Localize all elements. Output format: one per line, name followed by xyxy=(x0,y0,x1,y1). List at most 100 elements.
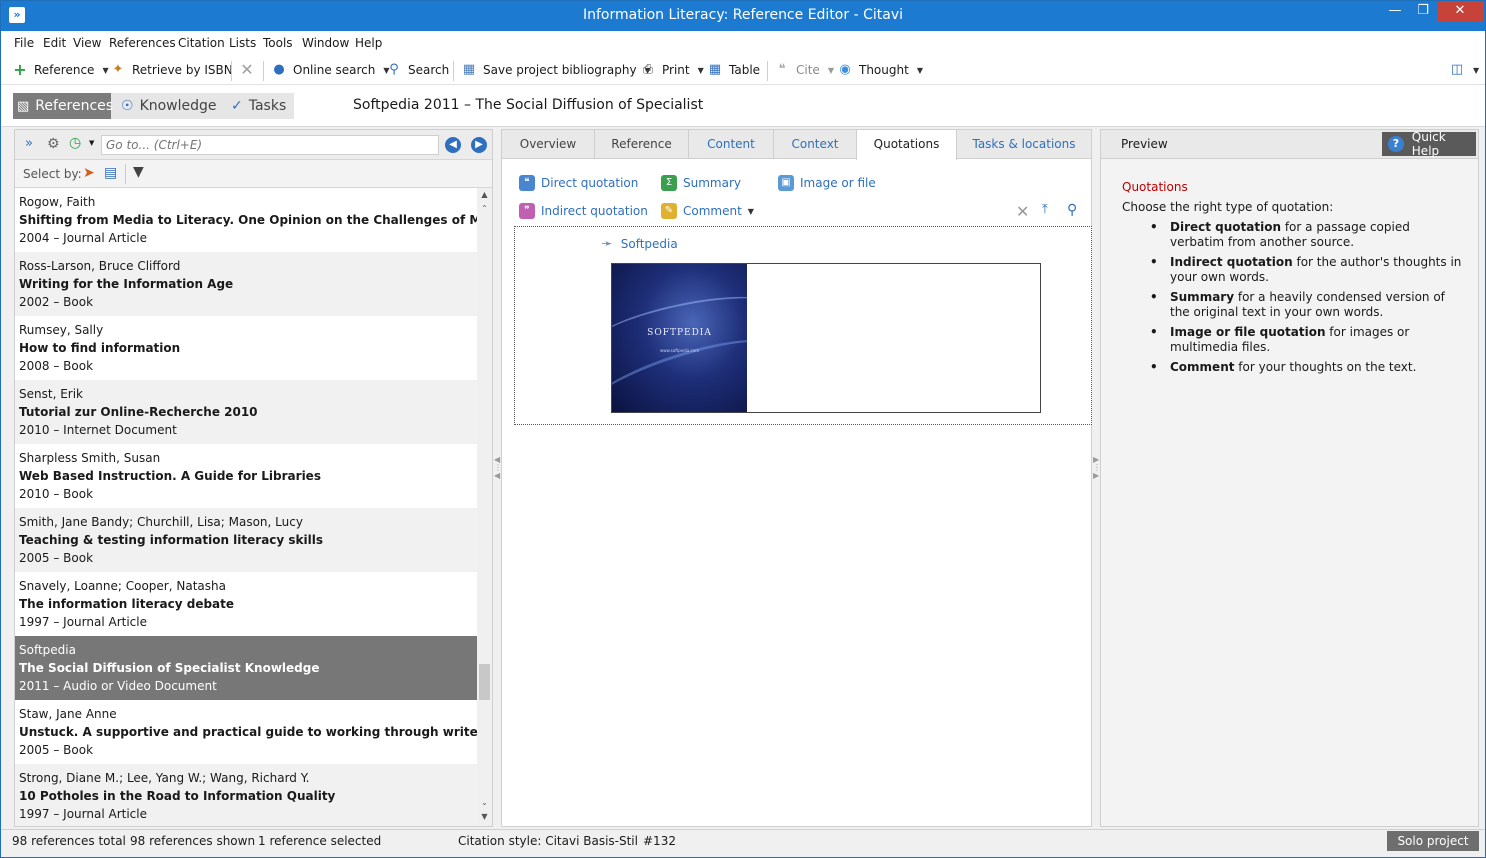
maximize-button[interactable]: ❐ xyxy=(1409,1,1437,22)
reference-row[interactable]: Staw, Jane Anne Unstuck. A supportive an… xyxy=(15,700,477,764)
delete-button[interactable]: ✕ xyxy=(239,62,255,78)
reference-list-panel: » ⚙ ◷ ▼ ◀ ▶ Select by: ➤ ▤ ▼ Rogow, Fait… xyxy=(14,129,493,827)
reference-row[interactable]: Smith, Jane Bandy; Churchill, Lisa; Maso… xyxy=(15,508,477,572)
app-window: » Information Literacy: Reference Editor… xyxy=(0,0,1486,858)
quick-help-button[interactable]: ? Quick Help xyxy=(1382,130,1476,158)
scroll-up-chevron-icon[interactable]: ⌃ xyxy=(477,202,492,216)
select-keyword-icon[interactable]: ▤ xyxy=(104,165,117,181)
comment-button[interactable]: ✎ Comment ▼ xyxy=(661,203,754,219)
chevron-down-icon[interactable]: ▼ xyxy=(748,207,754,216)
new-reference-button[interactable]: + Reference ▼ xyxy=(12,62,108,78)
reference-row[interactable]: Rogow, Faith Shifting from Media to Lite… xyxy=(15,188,477,252)
reference-row[interactable]: Snavely, Loanne; Cooper, Natasha The inf… xyxy=(15,572,477,636)
menu-references[interactable]: References xyxy=(109,36,176,50)
reference-row[interactable]: Sharpless Smith, Susan Web Based Instruc… xyxy=(15,444,477,508)
chevron-down-icon[interactable]: ▼ xyxy=(698,66,704,75)
next-reference-button[interactable]: ▶ xyxy=(471,137,487,153)
indirect-quotation-button[interactable]: ❞ Indirect quotation xyxy=(519,203,648,219)
table-button[interactable]: ▦ Table xyxy=(707,62,760,78)
image-icon: ▣ xyxy=(778,175,794,191)
references-view-button[interactable]: ▧ References xyxy=(13,93,113,119)
reference-row[interactable]: Senst, Erik Tutorial zur Online-Recherch… xyxy=(15,380,477,444)
thought-label: Thought xyxy=(859,63,909,77)
filter-funnel-icon[interactable]: ▼ xyxy=(133,164,144,180)
knowledge-view-button[interactable]: ☉ Knowledge xyxy=(117,93,227,119)
chevron-down-icon[interactable]: ▼ xyxy=(1473,66,1479,75)
reference-year-type: 1997 – Journal Article xyxy=(19,615,147,629)
tab-overview[interactable]: Overview xyxy=(502,130,595,159)
menu-window[interactable]: Window xyxy=(302,36,349,50)
scroll-down-chevron-icon[interactable]: ⌄ xyxy=(477,796,492,810)
select-category-icon[interactable]: ➤ xyxy=(83,165,95,181)
menu-lists[interactable]: Lists xyxy=(229,36,256,50)
preview-tab[interactable]: Preview xyxy=(1121,137,1168,151)
direct-quotation-button[interactable]: ❝ Direct quotation xyxy=(519,175,638,191)
reference-row[interactable]: Rumsey, Sally How to find information 20… xyxy=(15,316,477,380)
scroll-up-arrow-icon[interactable]: ▲ xyxy=(477,188,492,202)
tab-content[interactable]: Content xyxy=(689,130,774,159)
save-bibliography-button[interactable]: ▦ Save project bibliography ▼ xyxy=(461,62,651,78)
reference-row[interactable]: Ross-Larson, Bruce Clifford Writing for … xyxy=(15,252,477,316)
thought-button[interactable]: ◉ Thought ▼ xyxy=(837,62,923,78)
menu-edit[interactable]: Edit xyxy=(43,36,66,50)
close-button[interactable]: ✕ xyxy=(1437,1,1483,22)
previous-reference-button[interactable]: ◀ xyxy=(445,137,461,153)
table-icon: ▦ xyxy=(708,62,722,77)
gear-icon[interactable]: ⚙ xyxy=(47,136,60,152)
cite-button[interactable]: ❝ Cite ▼ xyxy=(774,62,834,78)
tab-tasks-locations[interactable]: Tasks & locations xyxy=(957,130,1091,159)
reference-row-selected[interactable]: Softpedia The Social Diffusion of Specia… xyxy=(15,636,477,700)
goto-input[interactable] xyxy=(101,135,439,155)
tasks-checklist-icon: ✓ xyxy=(231,98,243,114)
quotation-image-frame[interactable]: SOFTPEDIA www.softpedia.com xyxy=(611,263,1041,413)
summary-button[interactable]: Σ Summary xyxy=(661,175,741,191)
left-splitter-handle[interactable]: ◀ ⋮ ◀ xyxy=(494,456,502,500)
tab-quotations[interactable]: Quotations xyxy=(856,130,957,160)
chevron-down-icon[interactable]: ▼ xyxy=(917,66,923,75)
status-citation-style[interactable]: Citation style: Citavi Basis-Stil xyxy=(458,834,638,848)
scroll-down-arrow-icon[interactable]: ▼ xyxy=(477,810,492,824)
quotation-item[interactable]: ➛ Softpedia SOFTPEDIA www.softpedia.com xyxy=(514,226,1092,425)
printer-icon: ⎙ xyxy=(642,62,654,77)
chevron-down-icon[interactable]: ▼ xyxy=(89,139,94,147)
minimize-button[interactable]: — xyxy=(1381,1,1409,22)
history-icon[interactable]: ◷ xyxy=(69,135,81,151)
collapse-chevrons-icon[interactable]: » xyxy=(25,136,33,151)
layout-button[interactable]: ◫ ▼ xyxy=(1449,62,1479,78)
reference-year-type: 2005 – Book xyxy=(19,551,94,565)
online-search-button[interactable]: ● Online search ▼ xyxy=(271,62,389,78)
help-desc: for your thoughts on the text. xyxy=(1234,360,1417,374)
toolbar-divider xyxy=(231,61,232,81)
help-list-item: Summary for a heavily condensed version … xyxy=(1150,290,1467,320)
quick-help-content: Quotations Choose the right type of quot… xyxy=(1122,180,1467,380)
reference-year-type: 2002 – Book xyxy=(19,295,94,309)
image-or-file-button[interactable]: ▣ Image or file xyxy=(778,175,876,191)
menu-tools[interactable]: Tools xyxy=(263,36,293,50)
reference-year-type: 2004 – Journal Article xyxy=(19,231,147,245)
editor-tabs: Overview Reference Content Context Quota… xyxy=(502,130,1091,160)
menu-help[interactable]: Help xyxy=(355,36,382,50)
right-splitter-handle[interactable]: ▶ ⋮ ▶ xyxy=(1093,456,1101,500)
reference-list-scrollbar[interactable]: ▲ ⌃ ⌄ ▼ xyxy=(477,188,492,826)
zoom-icon[interactable]: ⚲ xyxy=(1067,202,1077,218)
quotation-source[interactable]: ➛ Softpedia xyxy=(601,236,678,252)
menu-citation[interactable]: Citation xyxy=(178,36,225,50)
window-title: Information Literacy: Reference Editor -… xyxy=(583,7,903,23)
tasks-view-button[interactable]: ✓ Tasks xyxy=(227,93,294,119)
tab-reference[interactable]: Reference xyxy=(595,130,689,159)
tab-context[interactable]: Context xyxy=(774,130,857,159)
chevron-down-icon[interactable]: ▼ xyxy=(828,66,834,75)
reference-row[interactable]: Strong, Diane M.; Lee, Yang W.; Wang, Ri… xyxy=(15,764,477,826)
status-bar: 98 references total 98 references shown … xyxy=(1,829,1485,857)
search-button[interactable]: ⚲ Search xyxy=(386,62,449,78)
reference-title-text: Teaching & testing information literacy … xyxy=(19,533,324,547)
scroll-thumb[interactable] xyxy=(479,664,490,700)
menu-file[interactable]: File xyxy=(14,36,34,50)
print-button[interactable]: ⎙ Print ▼ xyxy=(640,62,704,78)
chevron-down-icon[interactable]: ▼ xyxy=(102,66,108,75)
retrieve-isbn-button[interactable]: ✦ Retrieve by ISBN xyxy=(110,62,233,78)
delete-x-icon: ✕ xyxy=(240,60,254,79)
move-top-icon[interactable]: ⤒ xyxy=(1042,202,1048,217)
menu-view[interactable]: View xyxy=(73,36,101,50)
delete-quotation-icon[interactable]: ✕ xyxy=(1016,202,1029,221)
